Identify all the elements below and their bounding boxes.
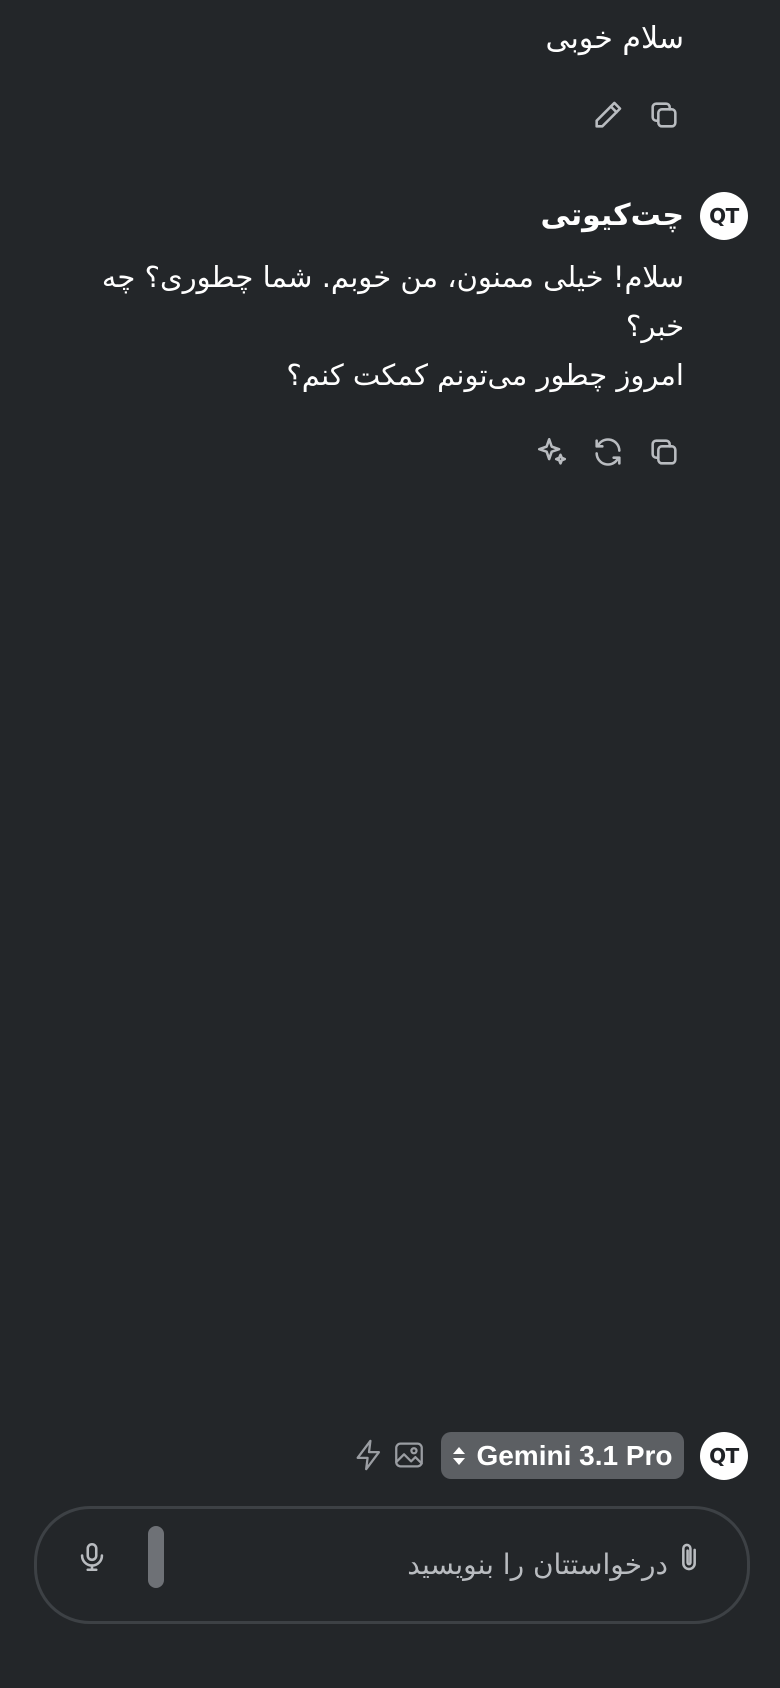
image-icon (395, 1442, 423, 1468)
bot-avatar: QT (700, 192, 748, 240)
attach-button[interactable] (667, 1535, 711, 1579)
microphone-icon (80, 1542, 104, 1572)
message-input[interactable] (180, 1530, 670, 1598)
lightning-icon (356, 1439, 381, 1471)
bot-message: سلام! خیلی ممنون، من خوبم. شما چطوری؟ چه… (84, 253, 684, 400)
bot-message-line: سلام! خیلی ممنون، من خوبم. شما چطوری؟ چه… (101, 260, 684, 343)
regenerate-button[interactable] (586, 430, 630, 474)
paperclip-icon (682, 1543, 696, 1571)
text-cursor (148, 1526, 164, 1588)
regenerate-icon (595, 438, 621, 466)
copy-user-message-button[interactable] (642, 93, 686, 137)
copy-icon (651, 439, 677, 465)
pencil-icon (595, 101, 622, 128)
bot-name: چت‌کیوتی (540, 198, 685, 233)
model-selector-label: Gemini 3.1 Pro (476, 1439, 673, 1471)
user-message: سلام خوبی (545, 21, 684, 56)
model-selector[interactable]: Gemini 3.1 Pro (441, 1432, 684, 1479)
edit-button[interactable] (586, 93, 630, 137)
fast-mode-button[interactable] (347, 1433, 391, 1477)
enhance-button[interactable] (530, 430, 574, 474)
chevron-updown-icon (453, 1446, 466, 1465)
copy-icon (651, 102, 677, 128)
bot-message-line: امروز چطور می‌تونم کمکت کنم؟ (286, 358, 684, 392)
copy-bot-message-button[interactable] (642, 430, 686, 474)
assistant-avatar[interactable]: QT (700, 1432, 748, 1480)
voice-input-button[interactable] (70, 1535, 114, 1579)
sparkles-icon (537, 437, 567, 465)
image-generation-button[interactable] (387, 1433, 431, 1477)
